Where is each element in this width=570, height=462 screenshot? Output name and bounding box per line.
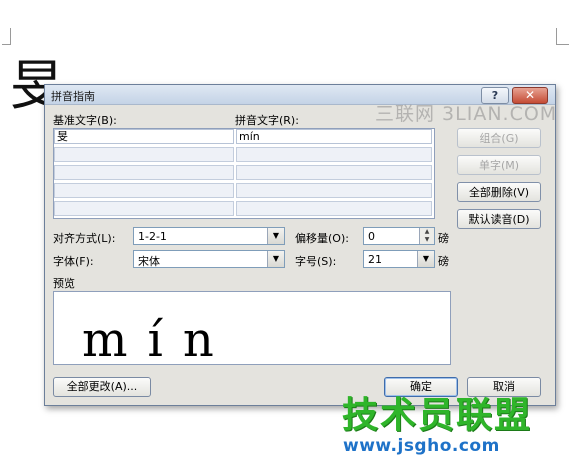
preview-text: mín bbox=[82, 312, 234, 365]
size-unit: 磅 bbox=[438, 255, 449, 268]
base-text-field-5[interactable] bbox=[54, 201, 234, 216]
size-select[interactable]: 21 ▼ bbox=[363, 250, 435, 268]
dialog-title: 拼音指南 bbox=[51, 90, 95, 103]
ruby-text-field-4[interactable] bbox=[236, 183, 432, 198]
base-text-field-1[interactable]: 旻 bbox=[54, 129, 234, 144]
base-text-label: 基准文字(B): bbox=[53, 114, 117, 127]
alignment-value: 1-2-1 bbox=[138, 230, 167, 243]
ruby-text-label: 拼音文字(R): bbox=[235, 114, 299, 127]
preview-label: 预览 bbox=[53, 277, 75, 290]
cancel-button[interactable]: 取消 bbox=[467, 377, 541, 397]
offset-label: 偏移量(O): bbox=[295, 232, 349, 245]
mono-button[interactable]: 单字(M) bbox=[457, 155, 541, 175]
size-value: 21 bbox=[368, 253, 382, 266]
alignment-select[interactable]: 1-2-1 ▼ bbox=[133, 227, 285, 245]
offset-spinner[interactable]: 0 ▲ ▼ bbox=[363, 227, 435, 245]
help-button[interactable]: ? bbox=[481, 87, 509, 104]
base-text-field-4[interactable] bbox=[54, 183, 234, 198]
chevron-down-icon[interactable]: ▼ bbox=[267, 251, 284, 267]
base-text-field-3[interactable] bbox=[54, 165, 234, 180]
font-select[interactable]: 宋体 ▼ bbox=[133, 250, 285, 268]
size-label: 字号(S): bbox=[295, 255, 337, 268]
offset-unit: 磅 bbox=[438, 232, 449, 245]
offset-value: 0 bbox=[368, 230, 375, 243]
phonetic-guide-dialog: 拼音指南 三联网 3LIAN.COM ? ✕ 基准文字(B): 拼音文字(R):… bbox=[44, 84, 556, 406]
brand-watermark: 技术员联盟 bbox=[342, 395, 533, 436]
clear-all-button[interactable]: 全部删除(V) bbox=[457, 182, 541, 202]
spinner-arrows-icon[interactable]: ▲ ▼ bbox=[419, 228, 434, 244]
chevron-down-icon[interactable]: ▼ bbox=[417, 251, 434, 267]
page-corner-mark-left bbox=[2, 28, 11, 45]
preview-pane: mín bbox=[53, 291, 451, 365]
ruby-text-field-1[interactable]: mín bbox=[236, 129, 432, 144]
ruby-text-field-5[interactable] bbox=[236, 201, 432, 216]
title-bar[interactable]: 拼音指南 三联网 3LIAN.COM ? ✕ bbox=[45, 85, 556, 125]
base-text-field-2[interactable] bbox=[54, 147, 234, 162]
font-value: 宋体 bbox=[138, 255, 160, 268]
chevron-down-icon[interactable]: ▼ bbox=[267, 228, 284, 244]
close-button[interactable]: ✕ bbox=[512, 87, 548, 104]
ruby-text-field-2[interactable] bbox=[236, 147, 432, 162]
default-reading-button[interactable]: 默认读音(D) bbox=[457, 209, 541, 229]
page-corner-mark-right bbox=[556, 28, 569, 45]
alignment-label: 对齐方式(L): bbox=[53, 232, 116, 245]
brand-url: www.jsgho.com bbox=[343, 436, 500, 456]
font-label: 字体(F): bbox=[53, 255, 94, 268]
ok-button[interactable]: 确定 bbox=[384, 377, 458, 397]
group-button[interactable]: 组合(G) bbox=[457, 128, 541, 148]
change-all-button[interactable]: 全部更改(A)... bbox=[53, 377, 151, 397]
ruby-text-field-3[interactable] bbox=[236, 165, 432, 180]
ruby-grid: 旻 mín bbox=[53, 128, 435, 219]
